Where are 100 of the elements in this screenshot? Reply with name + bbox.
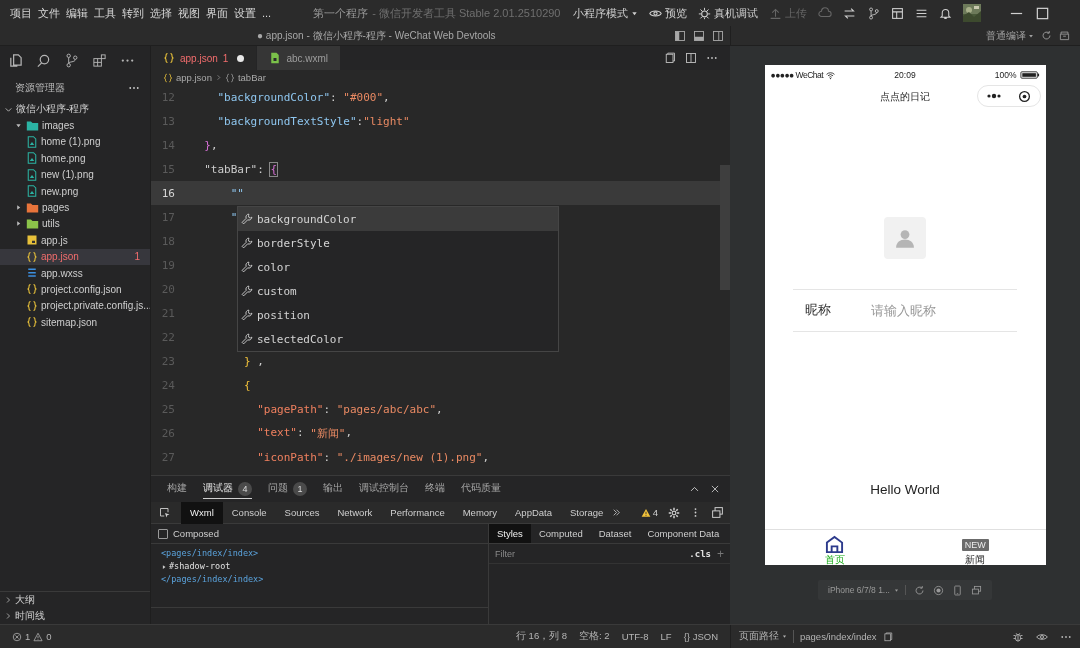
panel-tab[interactable]: 代码质量 bbox=[461, 479, 501, 499]
phone-icon[interactable] bbox=[951, 584, 963, 596]
devtools-tab[interactable]: Memory bbox=[453, 501, 506, 524]
menu-item[interactable]: 设置 bbox=[234, 5, 256, 21]
filter-field[interactable]: Filter bbox=[495, 548, 684, 559]
devtools-tab[interactable]: Console bbox=[222, 501, 276, 524]
checkbox[interactable]: Composed bbox=[158, 528, 219, 539]
suggestion-item[interactable]: borderStyle bbox=[238, 231, 558, 255]
menu-item[interactable]: ... bbox=[262, 7, 272, 19]
menu-item[interactable]: 界面 bbox=[206, 5, 228, 21]
suggestion-item[interactable]: backgroundColor bbox=[238, 207, 558, 231]
panel-bottom-icon[interactable] bbox=[693, 29, 705, 42]
bug-icon[interactable] bbox=[1012, 630, 1024, 643]
inspect-icon[interactable] bbox=[159, 506, 171, 519]
menu-item[interactable]: 编辑 bbox=[66, 5, 88, 21]
styles-tab[interactable]: Styles bbox=[489, 524, 531, 543]
toolbar-button[interactable]: 真机调试 bbox=[698, 5, 758, 21]
device-dropdown[interactable]: iPhone 6/7/8 1... bbox=[828, 585, 906, 595]
warning-count[interactable]: 0 bbox=[46, 631, 52, 642]
tree-node[interactable]: #shadow-root bbox=[169, 560, 231, 573]
toolbar-button[interactable]: 预览 bbox=[649, 5, 687, 21]
devtools-tab[interactable]: Performance bbox=[381, 501, 454, 524]
tree-item[interactable]: images bbox=[0, 117, 150, 134]
branch-icon[interactable] bbox=[867, 6, 880, 20]
suggestion-item[interactable]: custom bbox=[238, 279, 558, 303]
devtools-tab[interactable]: Storage bbox=[561, 501, 613, 524]
maximize-icon[interactable] bbox=[1035, 5, 1050, 21]
panel-tab[interactable]: 输出 bbox=[323, 479, 343, 499]
tree-item[interactable]: home.png bbox=[0, 150, 150, 167]
nickname-field[interactable]: 请输入昵称 bbox=[871, 303, 1017, 318]
devtools-tab[interactable]: AppData bbox=[506, 501, 561, 524]
devtools-tab[interactable]: Wxml bbox=[181, 501, 223, 524]
dock-icon[interactable] bbox=[711, 506, 724, 519]
record-icon[interactable] bbox=[932, 584, 944, 596]
tree-item[interactable]: app.json 1 bbox=[0, 248, 150, 265]
element-tag[interactable]: <pages/index/index> bbox=[161, 547, 259, 560]
tree-item[interactable]: 微信小程序-程序 bbox=[0, 101, 150, 118]
tree-item[interactable]: home (1).png bbox=[0, 133, 150, 151]
menu-item[interactable]: 工具 bbox=[94, 5, 116, 21]
settings-icon[interactable] bbox=[668, 506, 680, 519]
devtools-tab[interactable]: Sources bbox=[275, 501, 329, 524]
styles-tab[interactable]: Computed bbox=[530, 524, 591, 543]
menu-item[interactable]: 文件 bbox=[38, 5, 60, 21]
bell-icon[interactable] bbox=[939, 6, 952, 20]
swap-icon[interactable] bbox=[843, 6, 856, 20]
devtools-tab[interactable]: Network bbox=[328, 501, 382, 524]
panel-tab[interactable]: 终端 bbox=[425, 479, 445, 499]
search-icon[interactable] bbox=[36, 53, 51, 68]
tree-item[interactable]: sitemap.json bbox=[0, 314, 150, 331]
menu-item[interactable]: 转到 bbox=[122, 5, 144, 21]
refresh-icon[interactable] bbox=[913, 584, 925, 596]
panel-tab[interactable]: 调试控制台 bbox=[359, 479, 409, 499]
tree-item[interactable]: new.png bbox=[0, 182, 150, 200]
tree-item[interactable]: new (1).png bbox=[0, 166, 150, 183]
warning-counter[interactable]: 4 bbox=[640, 507, 658, 518]
panel-header[interactable]: 时间线 bbox=[0, 608, 150, 624]
suggestion-item[interactable]: position bbox=[238, 303, 558, 327]
tree-item[interactable]: project.config.json bbox=[0, 281, 150, 298]
suggestion-item[interactable]: color bbox=[238, 255, 558, 279]
status-item[interactable]: LF bbox=[660, 631, 672, 642]
compile-mode-dropdown[interactable]: 普通编译 bbox=[986, 28, 1034, 43]
page-path-dropdown[interactable]: 页面路径 bbox=[739, 630, 794, 643]
copy-icon[interactable] bbox=[882, 631, 893, 642]
suggestion-item[interactable]: selectedColor bbox=[238, 327, 558, 351]
cloud-icon[interactable] bbox=[818, 6, 832, 20]
panel-tab[interactable]: 调试器 4 bbox=[203, 479, 252, 499]
styles-tab[interactable]: Component Data bbox=[639, 524, 728, 543]
panel-header[interactable]: 大纲 bbox=[0, 592, 150, 608]
status-item[interactable]: UTF-8 bbox=[621, 631, 649, 642]
panel-left-icon[interactable] bbox=[674, 29, 686, 42]
layout-icon[interactable] bbox=[891, 6, 904, 20]
mode-dropdown[interactable]: 小程序模式 bbox=[573, 5, 638, 21]
panel-tab[interactable]: 问题 1 bbox=[268, 479, 307, 499]
box-icon[interactable] bbox=[1059, 30, 1070, 41]
status-item[interactable]: 空格: 2 bbox=[579, 630, 610, 643]
tree-item[interactable]: app.wxss bbox=[0, 264, 150, 282]
close-icon[interactable] bbox=[710, 483, 720, 494]
status-item[interactable]: {} JSON bbox=[683, 631, 718, 642]
status-item[interactable]: 行 16，列 8 bbox=[515, 630, 568, 643]
windows-icon[interactable] bbox=[970, 584, 982, 596]
breadcrumb-item[interactable]: tabBar bbox=[237, 72, 266, 83]
menu-item[interactable]: 项目 bbox=[10, 5, 32, 21]
caret-right-icon[interactable] bbox=[161, 563, 167, 570]
styles-tab[interactable]: Dataset bbox=[590, 524, 640, 543]
menu-item[interactable]: 选择 bbox=[150, 5, 172, 21]
breadcrumb-item[interactable]: app.json bbox=[176, 72, 212, 83]
class-toggle[interactable]: .cls bbox=[689, 548, 711, 559]
refresh-icon[interactable] bbox=[1041, 30, 1052, 41]
branch-icon[interactable] bbox=[64, 53, 79, 68]
error-count[interactable]: 1 bbox=[25, 631, 31, 642]
tree-item[interactable]: app.js bbox=[0, 232, 150, 249]
tree-item[interactable]: project.private.config.js... bbox=[0, 297, 150, 315]
element-tag[interactable]: </pages/index/index> bbox=[161, 573, 264, 586]
panel-right-icon[interactable] bbox=[712, 29, 724, 42]
files-icon[interactable] bbox=[8, 53, 23, 68]
double-chevron-icon[interactable] bbox=[612, 508, 622, 517]
extensions-icon[interactable] bbox=[92, 53, 107, 68]
panel-tab[interactable]: 构建 bbox=[167, 479, 187, 499]
editor-tab[interactable]: abc.wxml bbox=[257, 46, 342, 70]
tab-bar-item[interactable]: NEW 新闻 bbox=[905, 530, 1046, 565]
